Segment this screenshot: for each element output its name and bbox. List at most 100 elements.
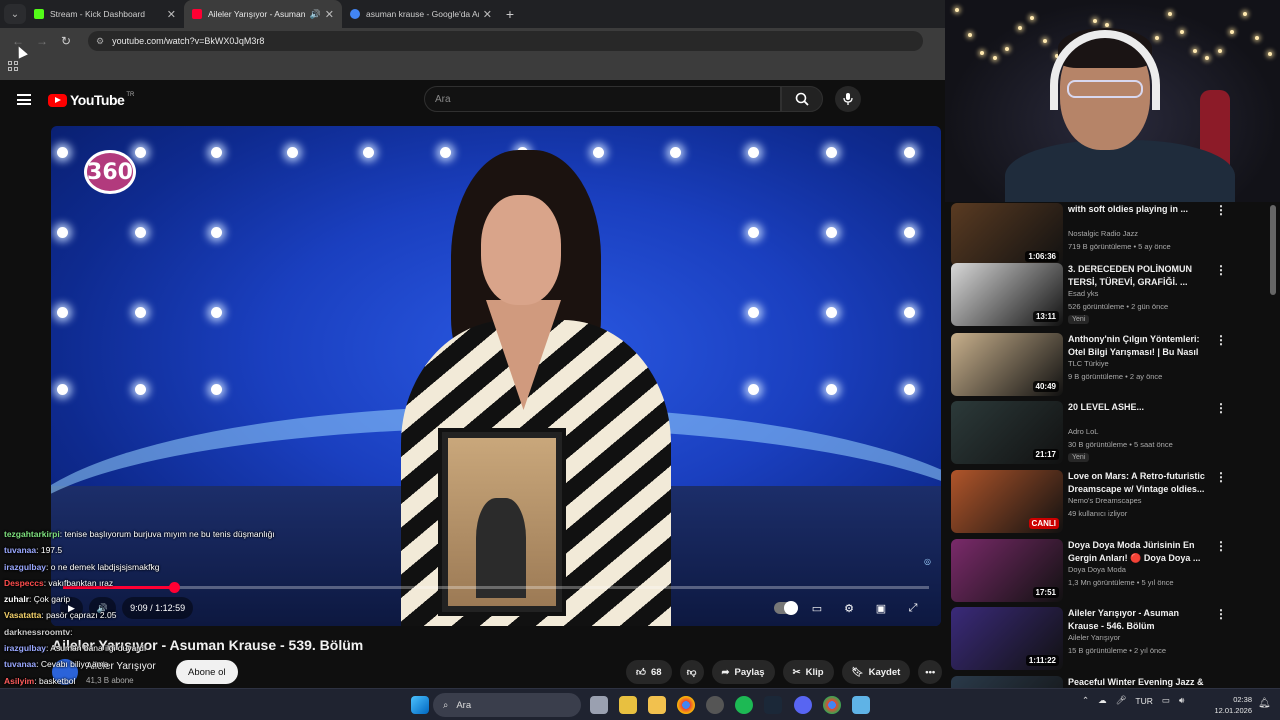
- more-options-icon[interactable]: ⋮: [1215, 401, 1227, 415]
- studio-light: [211, 227, 222, 238]
- settings-icon[interactable]: ⚙: [838, 602, 860, 615]
- chat-username: zuhalr: [4, 594, 30, 605]
- more-options-icon[interactable]: ⋮: [1215, 607, 1227, 621]
- notifications-icon[interactable]: 🔔︎: [1258, 698, 1271, 709]
- audio-icon[interactable]: 🎤︎: [1116, 695, 1127, 706]
- reload-icon[interactable]: ↻: [56, 34, 76, 48]
- streamer-webcam: [945, 0, 1280, 202]
- studio-light: [135, 147, 146, 158]
- more-options-icon[interactable]: ⋮: [1215, 470, 1227, 484]
- tab-youtube-video[interactable]: Aileler Yarışıyor - Asuman K 🔊 ✕: [184, 0, 342, 28]
- sidebar-scrollbar[interactable]: [1270, 205, 1276, 295]
- recommended-title[interactable]: 20 LEVEL ASHE...: [1068, 401, 1208, 414]
- language-indicator[interactable]: TUR: [1135, 696, 1152, 706]
- menu-icon[interactable]: [17, 94, 31, 105]
- chat-text: : basketbol: [34, 675, 76, 686]
- recommended-title[interactable]: Peaceful Winter Evening Jazz &: [1068, 676, 1208, 688]
- voice-search-button[interactable]: [835, 86, 861, 112]
- site-info-icon[interactable]: ⚙: [96, 36, 104, 47]
- recommended-channel[interactable]: Nostalgic Radio Jazz: [1068, 229, 1138, 238]
- recommended-title[interactable]: Aileler Yarışıyor - Asuman Krause - 546.…: [1068, 607, 1208, 633]
- close-tab-icon[interactable]: ✕: [325, 8, 334, 21]
- recommended-channel[interactable]: Nemo's Dreamscapes: [1068, 496, 1142, 505]
- app-icon[interactable]: [706, 696, 724, 714]
- taskbar-search[interactable]: ⌕ Ara: [433, 693, 581, 717]
- more-options-icon[interactable]: ⋮: [1215, 263, 1227, 277]
- theater-mode-icon[interactable]: ▣: [870, 602, 892, 615]
- forward-icon[interactable]: →: [32, 34, 52, 48]
- store-icon[interactable]: [619, 696, 637, 714]
- video-thumbnail[interactable]: 1:06:36: [951, 203, 1063, 266]
- recommended-video[interactable]: 40:49 Anthony'nin Çılgın Yöntemleri: Otel…: [951, 333, 1273, 397]
- recommended-channel[interactable]: Esad yks: [1068, 289, 1098, 298]
- network-icon[interactable]: ☁: [1098, 695, 1107, 706]
- studio-light: [211, 307, 222, 318]
- apps-grid-icon[interactable]: [8, 61, 18, 71]
- recommended-video[interactable]: 1:06:36 with soft oldies playing in ... No…: [951, 203, 1273, 267]
- file-explorer-icon[interactable]: [648, 696, 666, 714]
- windows-start-icon[interactable]: [411, 696, 429, 714]
- youtube-logo[interactable]: YouTube TR: [48, 92, 134, 108]
- task-view-icon[interactable]: [590, 696, 608, 714]
- share-button[interactable]: ➦ Paylaş: [711, 660, 775, 684]
- chat-message: tuvanaa: 197.5: [4, 542, 334, 558]
- discord-icon[interactable]: [794, 696, 812, 714]
- recommended-title[interactable]: Anthony'nin Çılgın Yöntemleri: Otel Bilg…: [1068, 333, 1208, 359]
- recommended-channel[interactable]: Doya Doya Moda: [1068, 565, 1126, 574]
- recommended-channel[interactable]: Adro LoL: [1068, 427, 1098, 436]
- chat-username: Vasatatta: [4, 610, 42, 621]
- notepad-icon[interactable]: [852, 696, 870, 714]
- tray-overflow-icon[interactable]: ⌃: [1082, 695, 1089, 706]
- tab-search-button[interactable]: ⌄: [4, 4, 26, 24]
- more-actions-button[interactable]: •••: [918, 660, 943, 684]
- video-thumbnail[interactable]: 13:11: [951, 263, 1063, 326]
- chrome-icon[interactable]: [677, 696, 695, 714]
- steam-icon[interactable]: [764, 696, 782, 714]
- like-button[interactable]: 👍︎ 68: [626, 660, 672, 684]
- recommended-video[interactable]: 17:51 Doya Doya Moda Jürisinin En Gergin …: [951, 539, 1273, 603]
- video-thumbnail[interactable]: 17:51: [951, 539, 1063, 602]
- more-options-icon[interactable]: ⋮: [1215, 333, 1227, 347]
- recommended-title[interactable]: 3. DERECEDEN POLİNOMUN TERSİ, TÜREVİ, GR…: [1068, 263, 1208, 289]
- new-tab-button[interactable]: +: [500, 6, 520, 22]
- recommended-channel[interactable]: TLC Türkiye: [1068, 359, 1109, 368]
- close-tab-icon[interactable]: ✕: [167, 8, 176, 21]
- more-options-icon[interactable]: ⋮: [1215, 539, 1227, 553]
- studio-light: [135, 307, 146, 318]
- fullscreen-icon[interactable]: ⤢: [902, 602, 924, 615]
- address-bar[interactable]: ⚙ youtube.com/watch?v=BkWX0JqM3r8: [88, 31, 923, 51]
- fairy-light: [955, 8, 959, 12]
- recommended-title[interactable]: Doya Doya Moda Jürisinin En Gergin Anlar…: [1068, 539, 1208, 565]
- recommended-video[interactable]: 1:11:22 Aileler Yarışıyor - Asuman Krause…: [951, 607, 1273, 671]
- taskbar-search-label: Ara: [456, 699, 472, 711]
- recommended-title[interactable]: with soft oldies playing in ...: [1068, 203, 1208, 216]
- search-input[interactable]: Ara: [424, 86, 781, 112]
- recommended-title[interactable]: Love on Mars: A Retro-futuristic Dreamsc…: [1068, 470, 1208, 496]
- video-thumbnail[interactable]: 1:11:22: [951, 607, 1063, 670]
- more-options-icon[interactable]: ⋮: [1215, 203, 1227, 217]
- display-icon[interactable]: ▭: [1162, 695, 1170, 706]
- speaker-icon[interactable]: 🔊: [310, 9, 321, 20]
- video-thumbnail[interactable]: 40:49: [951, 333, 1063, 396]
- video-thumbnail[interactable]: CANLI: [951, 470, 1063, 533]
- video-thumbnail[interactable]: [951, 676, 1063, 688]
- recommended-video[interactable]: CANLI Love on Mars: A Retro-futuristic Dr…: [951, 470, 1273, 534]
- search-button[interactable]: [781, 86, 823, 112]
- recommended-channel[interactable]: Aileler Yarışıyor: [1068, 633, 1120, 642]
- taskbar-clock[interactable]: 02:38 12.01.2026: [1210, 694, 1252, 716]
- video-thumbnail[interactable]: 21:17: [951, 401, 1063, 464]
- recommended-video[interactable]: 21:17 20 LEVEL ASHE... Adro LoL 30 B görünt…: [951, 401, 1273, 465]
- volume-icon[interactable]: 🔊︎: [1179, 695, 1184, 706]
- recommended-video[interactable]: 13:11 3. DERECEDEN POLİNOMUN TERSİ, TÜREV…: [951, 263, 1273, 327]
- tab-kick-dashboard[interactable]: Stream - Kick Dashboard ✕: [26, 0, 184, 28]
- recommended-video[interactable]: Peaceful Winter Evening Jazz &: [951, 676, 1273, 688]
- spotify-icon[interactable]: [735, 696, 753, 714]
- subtitles-icon[interactable]: ▭: [806, 602, 828, 615]
- clip-button[interactable]: ✂ Klip: [782, 660, 834, 684]
- chrome-active-icon[interactable]: [823, 696, 841, 714]
- dislike-button[interactable]: 👎︎: [679, 660, 704, 684]
- tab-google-search[interactable]: asuman krause - Google'da Ara ✕: [342, 0, 500, 28]
- autoplay-toggle[interactable]: [774, 601, 798, 615]
- save-button[interactable]: 🔖︎ Kaydet: [841, 660, 911, 684]
- close-tab-icon[interactable]: ✕: [483, 8, 492, 21]
